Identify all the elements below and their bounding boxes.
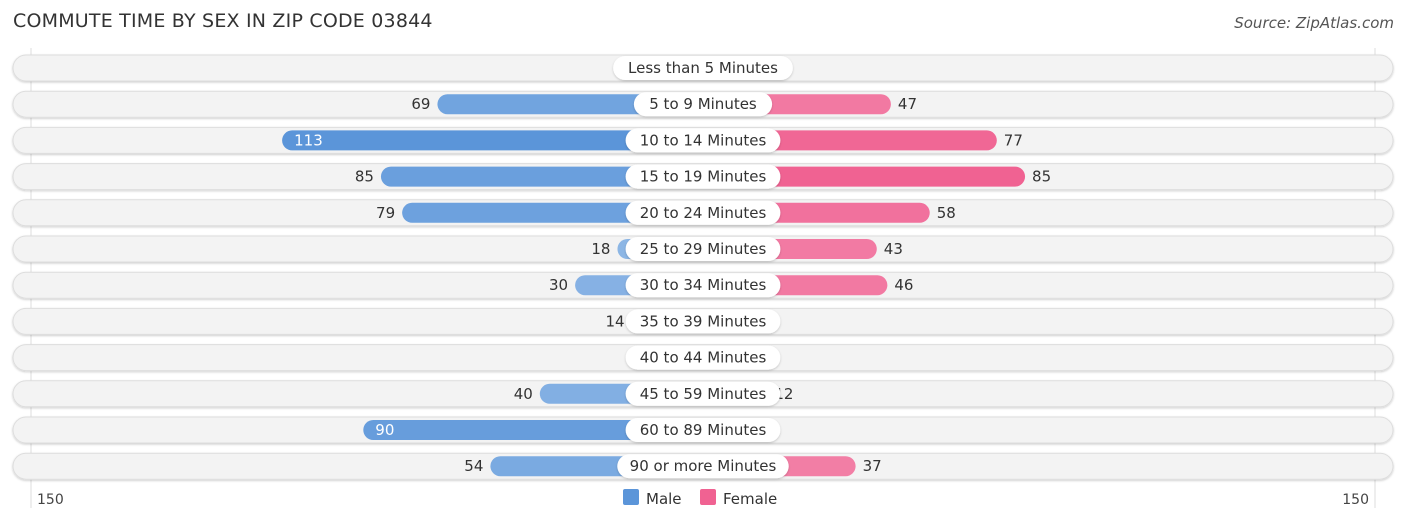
value-label-male: 79 xyxy=(376,204,395,222)
value-label-male: 40 xyxy=(514,385,533,403)
category-label: 45 to 59 Minutes xyxy=(640,385,767,403)
value-label-male: 30 xyxy=(549,276,568,294)
legend-swatch-female xyxy=(700,489,716,505)
category-label: 15 to 19 Minutes xyxy=(640,168,767,186)
category-label: 40 to 44 Minutes xyxy=(640,349,767,367)
category-label: 35 to 39 Minutes xyxy=(640,312,767,330)
category-label: Less than 5 Minutes xyxy=(628,59,778,77)
chart-container: COMMUTE TIME BY SEX IN ZIP CODE 03844 So… xyxy=(0,0,1406,523)
value-label-male: 14 xyxy=(605,312,624,330)
category-label: 90 or more Minutes xyxy=(630,457,777,475)
chart-svg: 96Less than 5 Minutes69475 to 9 Minutes1… xyxy=(12,48,1394,508)
value-label-female: 37 xyxy=(863,457,882,475)
category-label: 20 to 24 Minutes xyxy=(640,204,767,222)
axis-label-right: 150 xyxy=(1342,492,1369,508)
legend-label-male: Male xyxy=(646,490,682,508)
category-label: 10 to 14 Minutes xyxy=(640,131,767,149)
legend-swatch-male xyxy=(623,489,639,505)
value-label-female: 85 xyxy=(1032,168,1051,186)
value-label-male: 85 xyxy=(355,168,374,186)
value-label-male: 113 xyxy=(294,131,323,149)
value-label-male: 18 xyxy=(591,240,610,258)
value-label-female: 47 xyxy=(898,95,917,113)
value-label-male: 54 xyxy=(464,457,483,475)
category-label: 5 to 9 Minutes xyxy=(649,95,757,113)
value-label-female: 58 xyxy=(937,204,956,222)
axis-label-left: 150 xyxy=(37,492,64,508)
category-label: 30 to 34 Minutes xyxy=(640,276,767,294)
value-label-female: 43 xyxy=(884,240,903,258)
value-label-male: 90 xyxy=(375,421,394,439)
category-label: 60 to 89 Minutes xyxy=(640,421,767,439)
legend-label-female: Female xyxy=(723,490,777,508)
value-label-female: 46 xyxy=(894,276,913,294)
category-label: 25 to 29 Minutes xyxy=(640,240,767,258)
value-label-male: 69 xyxy=(411,95,430,113)
value-label-female: 77 xyxy=(1004,131,1023,149)
